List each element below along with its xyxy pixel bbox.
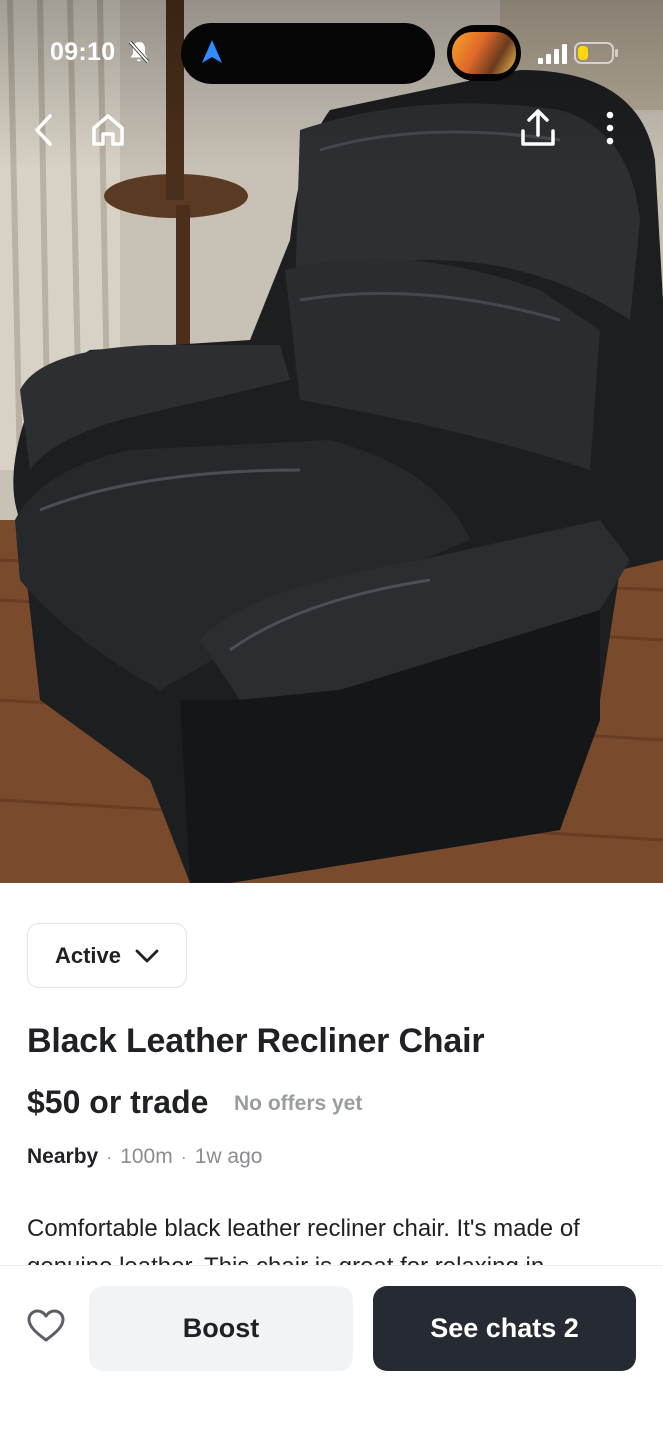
share-button[interactable] — [514, 104, 562, 152]
boost-button[interactable]: Boost — [89, 1286, 353, 1371]
separator-dot: · — [106, 1146, 113, 1167]
bottom-action-bar: Boost See chats 2 — [0, 1265, 663, 1440]
more-options-button[interactable] — [586, 104, 634, 152]
home-icon — [92, 114, 124, 146]
back-button[interactable] — [20, 106, 68, 154]
share-icon — [521, 109, 555, 146]
listing-description: Comfortable black leather recliner chair… — [27, 1215, 580, 1266]
chevron-down-icon — [135, 949, 159, 962]
listing-status-label: Active — [54, 942, 122, 968]
chevron-left-icon — [35, 114, 52, 146]
separator-dot: · — [180, 1146, 187, 1167]
listing-status-dropdown[interactable]: Active — [27, 923, 187, 988]
listing-title: Black Leather Recliner Chair — [27, 1022, 485, 1060]
posted-time-label: 1w ago — [194, 1145, 263, 1168]
battery-icon — [574, 42, 618, 64]
status-time: 09:10 — [50, 38, 116, 66]
listing-meta: Nearby · 100m · 1w ago — [27, 1145, 262, 1169]
listing-price: $50 or trade — [27, 1084, 209, 1120]
location-label[interactable]: Nearby — [27, 1145, 98, 1169]
cellular-signal-icon — [538, 44, 567, 64]
distance-label: 100m — [120, 1145, 173, 1168]
now-playing-thumbnail[interactable] — [447, 25, 521, 81]
favorite-button[interactable] — [22, 1302, 70, 1350]
bell-slash-icon — [128, 40, 150, 64]
offers-status: No offers yet — [234, 1092, 363, 1115]
navigation-arrow-icon — [202, 40, 222, 63]
more-vertical-icon — [606, 111, 614, 145]
see-chats-button[interactable]: See chats 2 — [373, 1286, 636, 1371]
heart-icon — [27, 1309, 65, 1342]
home-button[interactable] — [84, 106, 132, 154]
